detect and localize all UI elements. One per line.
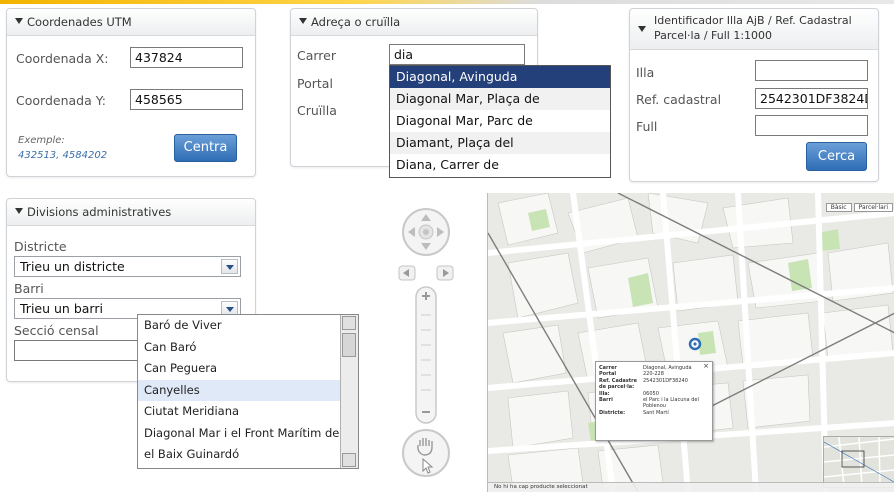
scroll-up-icon[interactable] <box>342 316 356 330</box>
sheet-input[interactable] <box>755 115 868 136</box>
example-label: Exemple: <box>18 135 65 146</box>
neighborhood-option[interactable]: Can Baró <box>138 337 358 359</box>
status-bar: No hi ha cap producte seleccionat <box>488 482 894 492</box>
popup-row-key: Districte: <box>599 409 626 416</box>
center-button[interactable]: Centra <box>174 134 237 162</box>
popup-row-value: 2542301DF38240 <box>643 377 688 384</box>
cadastral-panel: Identificador Illa AjB / Ref. Cadastral … <box>629 8 879 182</box>
layer-tab-parcels[interactable]: Parcel·lari <box>853 203 893 212</box>
coord-y-label: Coordenada Y: <box>16 93 106 108</box>
popup-row-value: Sant Martí <box>643 409 669 416</box>
zoom-slider[interactable] <box>415 286 437 424</box>
search-button[interactable]: Cerca <box>806 142 867 171</box>
top-accent-bar <box>0 0 894 4</box>
arrow-right-icon[interactable] <box>436 265 454 281</box>
popup-row-value: el Parc i la Llacuna del Poblenou <box>643 397 699 410</box>
cadastral-ref-label: Ref. cadastral <box>636 92 722 107</box>
street-suggestions-dropdown: Diagonal, Avinguda Diagonal Mar, Plaça d… <box>389 65 611 178</box>
neighborhood-option[interactable]: Ciutat Meridiana <box>138 401 358 423</box>
popup-row: Ref. Cadastre de parcel·la: 2542301DF3824… <box>599 378 709 391</box>
minimap-image <box>824 437 894 487</box>
collapse-triangle-icon <box>15 18 23 24</box>
pan-control[interactable] <box>402 208 450 256</box>
district-select-value: Trieu un districte <box>20 259 125 274</box>
utm-panel: Coordenades UTM Coordenada X: 437824 Coo… <box>6 8 256 177</box>
hand-pan-tool-icon[interactable] <box>402 429 450 477</box>
utm-panel-title: Coordenades UTM <box>27 15 132 29</box>
neighborhood-label: Barri <box>14 281 44 296</box>
sheet-label: Full <box>636 119 658 134</box>
census-section-select[interactable] <box>14 340 144 361</box>
neighborhood-option[interactable]: Canyelles <box>138 379 358 401</box>
street-label: Carrer <box>297 48 337 63</box>
cadastral-panel-title-line1: Identificador Illa AjB / Ref. Cadastral <box>654 14 852 27</box>
cadastral-panel-title-line2: Parcel·la / Full 1:1000 <box>654 29 773 42</box>
suggestion-item[interactable]: Diamant, Plaça del <box>390 132 610 154</box>
district-select[interactable]: Trieu un districte <box>14 256 241 277</box>
address-panel-header[interactable]: Adreça o cruïlla <box>291 9 537 36</box>
neighborhood-option[interactable]: Can Peguera <box>138 358 358 380</box>
block-input[interactable] <box>755 60 868 81</box>
cadastral-ref-input[interactable]: 2542301DF3824D <box>755 88 868 109</box>
scroll-thumb[interactable] <box>342 333 356 357</box>
collapse-triangle-icon <box>299 18 307 24</box>
arrow-left-icon[interactable] <box>398 265 416 281</box>
suggestion-item[interactable]: Diagonal Mar, Parc de <box>390 110 610 132</box>
overview-minimap[interactable] <box>823 436 894 488</box>
collapse-triangle-icon <box>638 26 646 32</box>
list-scrollbar[interactable] <box>340 315 358 468</box>
cadastral-panel-header[interactable]: Identificador Illa AjB / Ref. Cadastral … <box>630 9 878 50</box>
popup-row: Barri el Parc i la Llacuna del Poblenou <box>599 397 709 410</box>
divisions-panel-title: Divisions administratives <box>27 205 172 219</box>
coord-x-label: Coordenada X: <box>16 51 109 66</box>
example-value: 432513, 4584202 <box>18 150 108 161</box>
map-navigation-controls <box>398 208 454 477</box>
coord-y-input[interactable]: 458565 <box>130 89 243 110</box>
suggestion-item[interactable]: Diagonal, Avinguda <box>390 66 610 88</box>
street-input[interactable]: dia <box>389 44 525 65</box>
map-view[interactable]: Bàsic Parcel·lari × Carrer Diagonal, Avin… <box>487 193 894 492</box>
popup-row-key: Ref. Cadastre de parcel·la: <box>599 377 638 391</box>
neighborhood-option[interactable]: Baró de Viver <box>138 315 358 337</box>
portal-label: Portal <box>297 76 333 91</box>
popup-row: Districte: Sant Martí <box>599 410 709 416</box>
suggestion-item[interactable]: Diagonal Mar, Plaça de <box>390 88 610 110</box>
census-section-label: Secció censal <box>14 323 99 338</box>
block-label: Illa <box>636 65 655 80</box>
info-popup: × Carrer Diagonal, Avinguda Portal 220-228 R… <box>595 361 713 441</box>
collapse-triangle-icon <box>15 208 23 214</box>
chevron-down-icon[interactable] <box>221 259 238 274</box>
crossing-label: Cruïlla <box>297 103 337 118</box>
popup-rows: Carrer Diagonal, Avinguda Portal 220-228 Ref… <box>599 365 709 416</box>
neighborhood-options-list: Baró de Viver Can Baró Can Peguera Canye… <box>137 314 359 469</box>
popup-row-key: Barri <box>599 397 613 404</box>
neighborhood-select-value: Trieu un barri <box>20 301 103 316</box>
layer-switcher: Bàsic Parcel·lari <box>825 203 893 212</box>
layer-tab-basic[interactable]: Bàsic <box>825 203 852 212</box>
district-label: Districte <box>14 239 67 254</box>
utm-panel-header[interactable]: Coordenades UTM <box>7 9 255 36</box>
scroll-down-icon[interactable] <box>342 453 356 467</box>
close-icon[interactable]: × <box>703 362 709 369</box>
suggestion-item[interactable]: Diana, Carrer de <box>390 154 610 176</box>
neighborhood-option[interactable]: Diagonal Mar i el Front Marítim del Pob <box>138 423 358 445</box>
status-text: No hi ha cap producte seleccionat <box>494 484 588 490</box>
coord-x-input[interactable]: 437824 <box>130 47 243 68</box>
neighborhood-option[interactable]: el Baix Guinardó <box>138 444 358 466</box>
address-panel-title: Adreça o cruïlla <box>311 15 401 29</box>
divisions-panel-header[interactable]: Divisions administratives <box>7 199 255 226</box>
